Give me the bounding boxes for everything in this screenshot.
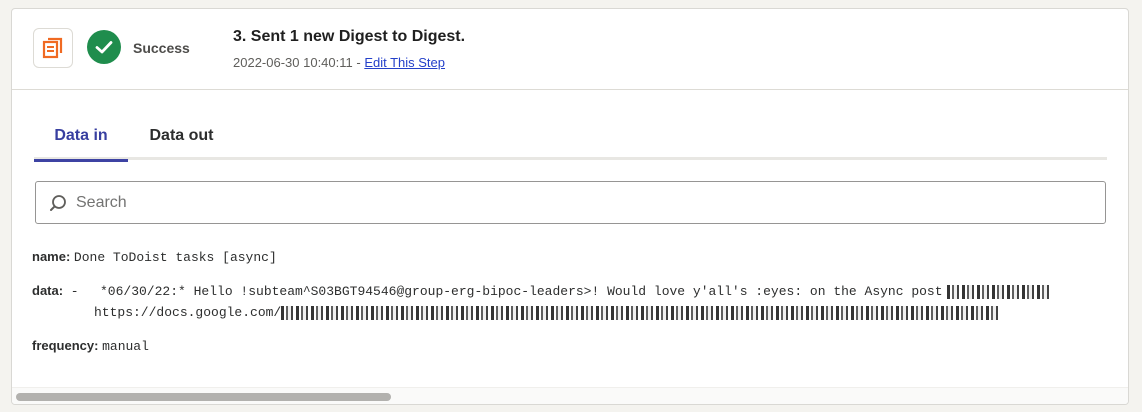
step-meta: 2022-06-30 10:40:11 - Edit This Step bbox=[233, 55, 445, 70]
step-timestamp: 2022-06-30 10:40:11 bbox=[233, 55, 353, 70]
check-circle-icon bbox=[87, 30, 121, 64]
field-frequency-value: manual bbox=[102, 339, 149, 354]
redacted-block bbox=[946, 284, 1051, 299]
tab-data-out-label: Data out bbox=[149, 126, 214, 144]
scrollbar-thumb[interactable] bbox=[16, 393, 391, 401]
search-box bbox=[35, 181, 1106, 224]
field-data-line-1: *06/30/22:* Hello !subteam^S03BGT94546@g… bbox=[80, 281, 1128, 301]
tab-data-out[interactable]: Data out bbox=[138, 110, 225, 161]
field-data-line-2: https://docs.google.com/ bbox=[94, 302, 1002, 322]
field-name: name: Done ToDoist tasks [async] bbox=[32, 247, 277, 267]
field-data-key: data: bbox=[32, 283, 64, 298]
edit-step-link[interactable]: Edit This Step bbox=[364, 55, 445, 70]
search-input[interactable] bbox=[76, 188, 1096, 218]
redacted-block bbox=[281, 305, 1002, 320]
field-data-bullet: - bbox=[70, 284, 79, 299]
data-tabs: Data in Data out bbox=[34, 110, 1107, 162]
field-name-key: name: bbox=[32, 249, 71, 264]
meta-separator: - bbox=[352, 55, 365, 70]
tab-data-in-label: Data in bbox=[54, 126, 108, 144]
tab-data-in[interactable]: Data in bbox=[34, 110, 128, 162]
field-data: data: - *06/30/22:* Hello !subteam^S03BG… bbox=[32, 281, 1051, 320]
step-title: 3. Sent 1 new Digest to Digest. bbox=[233, 28, 466, 45]
field-data-text-2: https://docs.google.com/ bbox=[94, 305, 282, 320]
field-frequency-key: frequency: bbox=[32, 338, 99, 353]
step-header: Success 3. Sent 1 new Digest to Digest. … bbox=[12, 9, 1128, 90]
search-icon bbox=[50, 195, 66, 211]
stack-pages-icon bbox=[42, 37, 63, 59]
horizontal-scrollbar[interactable] bbox=[12, 387, 1128, 404]
field-frequency: frequency: manual bbox=[32, 336, 149, 356]
field-name-value: Done ToDoist tasks [async] bbox=[73, 250, 277, 265]
app-icon bbox=[33, 28, 73, 68]
status-label: Success bbox=[133, 40, 190, 56]
field-data-text-1: *06/30/22:* Hello !subteam^S03BGT94546@g… bbox=[100, 284, 943, 299]
step-card: Success 3. Sent 1 new Digest to Digest. … bbox=[11, 8, 1129, 405]
